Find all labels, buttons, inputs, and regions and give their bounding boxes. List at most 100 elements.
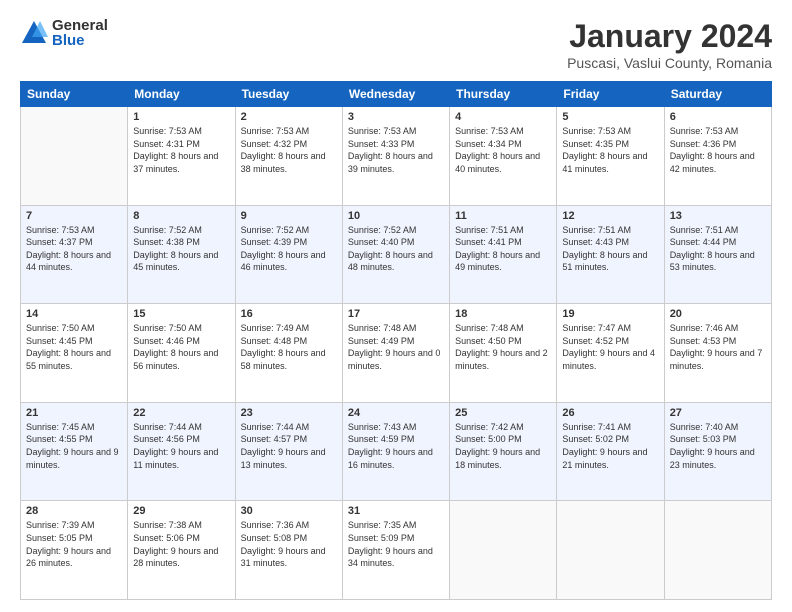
day-cell: 25 Sunrise: 7:42 AMSunset: 5:00 PMDaylig… <box>450 402 557 501</box>
day-cell: 29 Sunrise: 7:38 AMSunset: 5:06 PMDaylig… <box>128 501 235 600</box>
day-info: Sunrise: 7:38 AMSunset: 5:06 PMDaylight:… <box>133 519 229 569</box>
logo-general: General <box>52 18 108 33</box>
day-cell: 12 Sunrise: 7:51 AMSunset: 4:43 PMDaylig… <box>557 205 664 304</box>
day-info: Sunrise: 7:48 AMSunset: 4:49 PMDaylight:… <box>348 322 444 372</box>
day-cell: 31 Sunrise: 7:35 AMSunset: 5:09 PMDaylig… <box>342 501 449 600</box>
day-number: 24 <box>348 407 444 419</box>
day-cell: 13 Sunrise: 7:51 AMSunset: 4:44 PMDaylig… <box>664 205 771 304</box>
calendar-page: General Blue January 2024 Puscasi, Vaslu… <box>0 0 792 612</box>
day-cell: 19 Sunrise: 7:47 AMSunset: 4:52 PMDaylig… <box>557 304 664 403</box>
week-row-2: 7 Sunrise: 7:53 AMSunset: 4:37 PMDayligh… <box>21 205 772 304</box>
col-friday: Friday <box>557 82 664 107</box>
day-info: Sunrise: 7:47 AMSunset: 4:52 PMDaylight:… <box>562 322 658 372</box>
day-number: 7 <box>26 210 122 222</box>
day-info: Sunrise: 7:53 AMSunset: 4:35 PMDaylight:… <box>562 125 658 175</box>
col-sunday: Sunday <box>21 82 128 107</box>
day-cell: 7 Sunrise: 7:53 AMSunset: 4:37 PMDayligh… <box>21 205 128 304</box>
day-info: Sunrise: 7:53 AMSunset: 4:34 PMDaylight:… <box>455 125 551 175</box>
day-number: 12 <box>562 210 658 222</box>
day-number: 29 <box>133 505 229 517</box>
day-info: Sunrise: 7:44 AMSunset: 4:57 PMDaylight:… <box>241 421 337 471</box>
day-number: 31 <box>348 505 444 517</box>
day-cell: 21 Sunrise: 7:45 AMSunset: 4:55 PMDaylig… <box>21 402 128 501</box>
day-info: Sunrise: 7:51 AMSunset: 4:41 PMDaylight:… <box>455 224 551 274</box>
header-row: Sunday Monday Tuesday Wednesday Thursday… <box>21 82 772 107</box>
day-number: 8 <box>133 210 229 222</box>
calendar-title: January 2024 <box>567 18 772 55</box>
day-number: 14 <box>26 308 122 320</box>
day-info: Sunrise: 7:46 AMSunset: 4:53 PMDaylight:… <box>670 322 766 372</box>
day-info: Sunrise: 7:51 AMSunset: 4:43 PMDaylight:… <box>562 224 658 274</box>
day-cell: 6 Sunrise: 7:53 AMSunset: 4:36 PMDayligh… <box>664 107 771 206</box>
day-cell: 27 Sunrise: 7:40 AMSunset: 5:03 PMDaylig… <box>664 402 771 501</box>
day-number: 25 <box>455 407 551 419</box>
day-cell: 8 Sunrise: 7:52 AMSunset: 4:38 PMDayligh… <box>128 205 235 304</box>
day-cell: 28 Sunrise: 7:39 AMSunset: 5:05 PMDaylig… <box>21 501 128 600</box>
day-number: 2 <box>241 111 337 123</box>
day-number: 13 <box>670 210 766 222</box>
day-number: 21 <box>26 407 122 419</box>
day-number: 1 <box>133 111 229 123</box>
day-info: Sunrise: 7:53 AMSunset: 4:32 PMDaylight:… <box>241 125 337 175</box>
day-info: Sunrise: 7:52 AMSunset: 4:39 PMDaylight:… <box>241 224 337 274</box>
day-cell: 2 Sunrise: 7:53 AMSunset: 4:32 PMDayligh… <box>235 107 342 206</box>
day-number: 3 <box>348 111 444 123</box>
day-cell: 5 Sunrise: 7:53 AMSunset: 4:35 PMDayligh… <box>557 107 664 206</box>
day-cell: 4 Sunrise: 7:53 AMSunset: 4:34 PMDayligh… <box>450 107 557 206</box>
day-info: Sunrise: 7:39 AMSunset: 5:05 PMDaylight:… <box>26 519 122 569</box>
day-number: 17 <box>348 308 444 320</box>
day-cell <box>21 107 128 206</box>
day-cell: 11 Sunrise: 7:51 AMSunset: 4:41 PMDaylig… <box>450 205 557 304</box>
day-cell: 3 Sunrise: 7:53 AMSunset: 4:33 PMDayligh… <box>342 107 449 206</box>
day-number: 19 <box>562 308 658 320</box>
day-cell: 23 Sunrise: 7:44 AMSunset: 4:57 PMDaylig… <box>235 402 342 501</box>
day-info: Sunrise: 7:49 AMSunset: 4:48 PMDaylight:… <box>241 322 337 372</box>
day-number: 26 <box>562 407 658 419</box>
day-number: 18 <box>455 308 551 320</box>
col-thursday: Thursday <box>450 82 557 107</box>
day-number: 22 <box>133 407 229 419</box>
day-cell: 26 Sunrise: 7:41 AMSunset: 5:02 PMDaylig… <box>557 402 664 501</box>
logo-text: General Blue <box>52 18 108 48</box>
title-block: January 2024 Puscasi, Vaslui County, Rom… <box>567 18 772 71</box>
week-row-1: 1 Sunrise: 7:53 AMSunset: 4:31 PMDayligh… <box>21 107 772 206</box>
week-row-5: 28 Sunrise: 7:39 AMSunset: 5:05 PMDaylig… <box>21 501 772 600</box>
day-number: 16 <box>241 308 337 320</box>
day-cell: 30 Sunrise: 7:36 AMSunset: 5:08 PMDaylig… <box>235 501 342 600</box>
day-cell: 22 Sunrise: 7:44 AMSunset: 4:56 PMDaylig… <box>128 402 235 501</box>
header: General Blue January 2024 Puscasi, Vaslu… <box>20 18 772 71</box>
day-number: 6 <box>670 111 766 123</box>
day-info: Sunrise: 7:36 AMSunset: 5:08 PMDaylight:… <box>241 519 337 569</box>
day-number: 11 <box>455 210 551 222</box>
col-wednesday: Wednesday <box>342 82 449 107</box>
day-info: Sunrise: 7:52 AMSunset: 4:38 PMDaylight:… <box>133 224 229 274</box>
day-number: 23 <box>241 407 337 419</box>
day-number: 15 <box>133 308 229 320</box>
day-info: Sunrise: 7:53 AMSunset: 4:36 PMDaylight:… <box>670 125 766 175</box>
logo: General Blue <box>20 18 108 48</box>
day-cell: 20 Sunrise: 7:46 AMSunset: 4:53 PMDaylig… <box>664 304 771 403</box>
day-info: Sunrise: 7:48 AMSunset: 4:50 PMDaylight:… <box>455 322 551 372</box>
day-cell <box>557 501 664 600</box>
day-number: 4 <box>455 111 551 123</box>
day-cell: 14 Sunrise: 7:50 AMSunset: 4:45 PMDaylig… <box>21 304 128 403</box>
day-cell: 1 Sunrise: 7:53 AMSunset: 4:31 PMDayligh… <box>128 107 235 206</box>
day-cell: 9 Sunrise: 7:52 AMSunset: 4:39 PMDayligh… <box>235 205 342 304</box>
day-cell: 10 Sunrise: 7:52 AMSunset: 4:40 PMDaylig… <box>342 205 449 304</box>
day-cell: 17 Sunrise: 7:48 AMSunset: 4:49 PMDaylig… <box>342 304 449 403</box>
day-info: Sunrise: 7:45 AMSunset: 4:55 PMDaylight:… <box>26 421 122 471</box>
day-number: 5 <box>562 111 658 123</box>
day-cell <box>450 501 557 600</box>
day-info: Sunrise: 7:35 AMSunset: 5:09 PMDaylight:… <box>348 519 444 569</box>
logo-icon <box>20 19 48 47</box>
day-number: 27 <box>670 407 766 419</box>
day-number: 10 <box>348 210 444 222</box>
calendar-subtitle: Puscasi, Vaslui County, Romania <box>567 55 772 71</box>
day-cell <box>664 501 771 600</box>
day-info: Sunrise: 7:42 AMSunset: 5:00 PMDaylight:… <box>455 421 551 471</box>
col-saturday: Saturday <box>664 82 771 107</box>
day-info: Sunrise: 7:50 AMSunset: 4:46 PMDaylight:… <box>133 322 229 372</box>
day-info: Sunrise: 7:53 AMSunset: 4:31 PMDaylight:… <box>133 125 229 175</box>
day-info: Sunrise: 7:41 AMSunset: 5:02 PMDaylight:… <box>562 421 658 471</box>
day-info: Sunrise: 7:53 AMSunset: 4:37 PMDaylight:… <box>26 224 122 274</box>
